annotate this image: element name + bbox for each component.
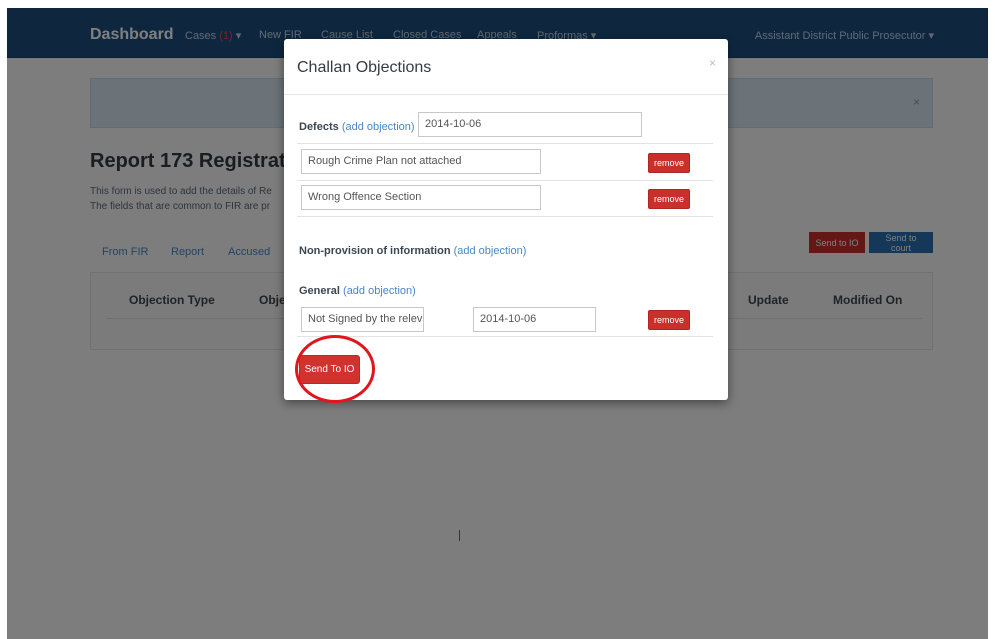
row-divider [297,336,713,337]
add-defect-objection-link[interactable]: (add objection) [342,121,415,133]
defects-label: Defects (add objection) [299,121,415,133]
row-divider [297,216,713,217]
defects-date-input[interactable]: 2014-10-06 [418,112,642,137]
row-divider [297,180,713,181]
add-general-objection-link[interactable]: (add objection) [343,285,416,297]
modal-header: Challan Objections × [284,39,728,95]
remove-defect-button[interactable]: remove [648,189,690,209]
remove-general-button[interactable]: remove [648,310,690,330]
defect-objection-input[interactable]: Wrong Offence Section [301,185,541,210]
general-objection-input[interactable]: Not Signed by the releva [301,307,424,332]
general-label: General (add objection) [299,285,416,297]
modal-title: Challan Objections [297,59,432,76]
general-objection-date-input[interactable]: 2014-10-06 [473,307,596,332]
highlight-circle-annotation [295,335,375,403]
defect-objection-input[interactable]: Rough Crime Plan not attached [301,149,541,174]
remove-defect-button[interactable]: remove [648,153,690,173]
row-divider [297,143,713,144]
app-window: Dashboard Cases (1) ▾ New FIR Cause List… [7,8,988,639]
close-icon[interactable]: × [709,56,716,70]
non-provision-label: Non-provision of information (add object… [299,245,527,257]
add-non-provision-objection-link[interactable]: (add objection) [454,245,527,257]
